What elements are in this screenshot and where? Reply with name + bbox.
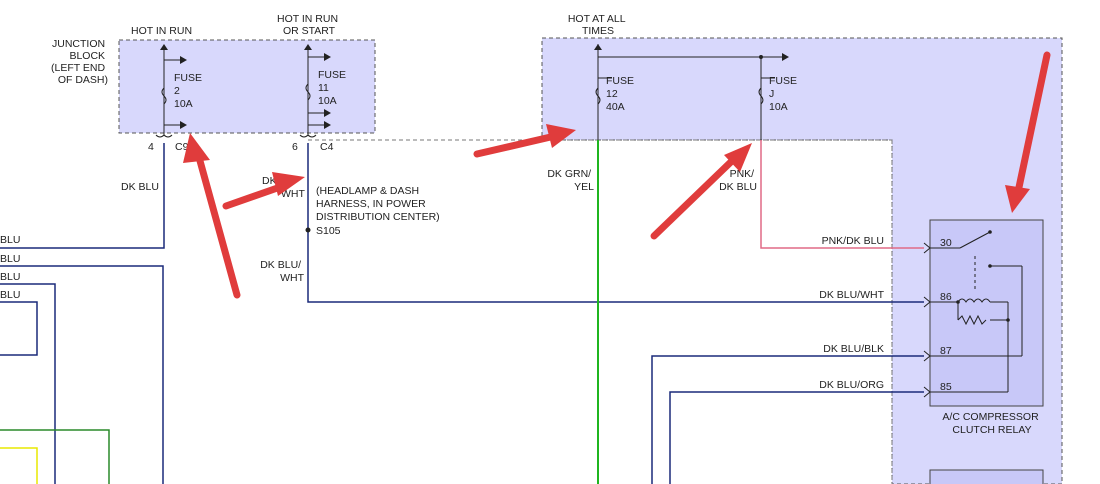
junction-block-title: JUNCTION BLOCK (LEFT END OF DASH) bbox=[51, 38, 108, 86]
relay-wire-label: DK BLU/ORG bbox=[819, 379, 884, 391]
hot-in-run-label: HOT IN RUN bbox=[131, 25, 192, 37]
wiring-diagram: JUNCTION BLOCK (LEFT END OF DASH) HOT IN… bbox=[0, 13, 1063, 484]
wire-dk-blu-wht-label: DK BLU/ WHT bbox=[260, 259, 304, 284]
splice-s105-dot bbox=[305, 227, 311, 233]
hot-at-all-times-label: HOT AT ALL TIMES bbox=[568, 13, 628, 37]
relay-name-label: A/C COMPRESSOR CLUTCH RELAY bbox=[942, 411, 1041, 436]
red-arrow bbox=[183, 133, 241, 299]
junction-block-box bbox=[118, 39, 376, 134]
splice-note: (HEADLAMP & DASH HARNESS, IN POWER DISTR… bbox=[316, 185, 440, 223]
relay-node bbox=[956, 300, 960, 304]
relay-node bbox=[1006, 318, 1010, 322]
wire-dk-grn-yel-label: DK GRN/ YEL bbox=[547, 168, 594, 193]
wire-left-yellow bbox=[0, 447, 38, 484]
relay-contact bbox=[988, 230, 992, 234]
relay-pin-label: 85 bbox=[940, 381, 952, 393]
connector-c4-label: C4 bbox=[320, 141, 334, 153]
relay-pin-label: 86 bbox=[940, 291, 952, 303]
wire-left-2 bbox=[0, 283, 56, 484]
wire-dk-blu-label: DK BLU bbox=[121, 181, 159, 193]
relay-contact bbox=[988, 264, 992, 268]
relay-wire-label: PNK/DK BLU bbox=[822, 235, 884, 247]
wire-left-1 bbox=[0, 265, 164, 484]
wire-dk-blu-blk bbox=[651, 355, 924, 484]
relay-wire-label: DK BLU/WHT bbox=[819, 289, 884, 301]
left-label-blu: BLU bbox=[0, 253, 20, 265]
red-arrow bbox=[473, 124, 576, 158]
left-label-blu: BLU bbox=[0, 289, 20, 301]
pin-6-label: 6 bbox=[292, 141, 298, 153]
wire-dk-blu bbox=[0, 143, 165, 249]
left-label-blu: BLU bbox=[0, 271, 20, 283]
relay-pin-label: 30 bbox=[940, 237, 952, 249]
bus-junction-dot bbox=[759, 55, 763, 59]
relay-wire-label: DK BLU/BLK bbox=[823, 343, 884, 355]
left-label-blu: BLU bbox=[0, 234, 20, 246]
relay-pin-label: 87 bbox=[940, 345, 952, 357]
splice-id: S105 bbox=[316, 225, 341, 237]
lower-component-box bbox=[929, 469, 1044, 484]
pin-4-label: 4 bbox=[148, 141, 154, 153]
wire-left-3 bbox=[0, 301, 38, 356]
wire-dk-blu-org bbox=[669, 391, 924, 484]
hot-in-run-or-start-label: HOT IN RUN OR START bbox=[277, 13, 341, 37]
